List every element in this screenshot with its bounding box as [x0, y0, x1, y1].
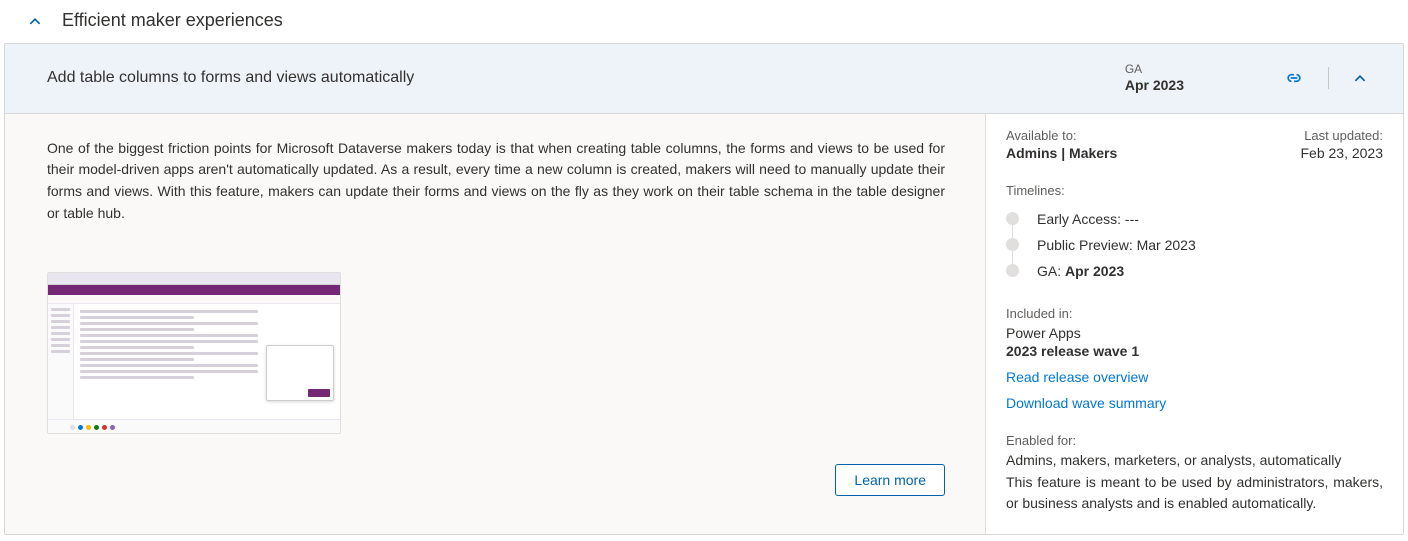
- chevron-up-icon[interactable]: [28, 14, 42, 28]
- timeline-item: Early Access: ---: [1006, 206, 1383, 232]
- timeline-item-label: GA:: [1037, 263, 1065, 279]
- feature-main: One of the biggest friction points for M…: [5, 114, 985, 534]
- timeline-item-value: Mar 2023: [1137, 237, 1196, 253]
- link-icon[interactable]: [1280, 66, 1308, 90]
- timeline-item-label: Public Preview:: [1037, 237, 1137, 253]
- feature-screenshot-thumbnail[interactable]: [47, 272, 341, 434]
- feature-header: Add table columns to forms and views aut…: [5, 44, 1403, 114]
- feature-side-panel: Available to: Admins | Makers Last updat…: [985, 114, 1403, 534]
- included-wave: 2023 release wave 1: [1006, 343, 1383, 359]
- timeline-list: Early Access: --- Public Preview: Mar 20…: [1006, 206, 1383, 284]
- included-in-label: Included in:: [1006, 306, 1383, 321]
- timeline-item-value: ---: [1125, 211, 1139, 227]
- ga-date: Apr 2023: [1125, 76, 1184, 94]
- last-updated-value: Feb 23, 2023: [1300, 145, 1383, 161]
- timelines-label: Timelines:: [1006, 183, 1383, 198]
- download-wave-summary-link[interactable]: Download wave summary: [1006, 395, 1383, 411]
- timeline-item-value: Apr 2023: [1065, 263, 1124, 279]
- feature-card: Add table columns to forms and views aut…: [4, 43, 1404, 535]
- ga-label: GA: [1125, 62, 1184, 76]
- timeline-dot-icon: [1006, 264, 1019, 277]
- timeline-dot-icon: [1006, 212, 1019, 225]
- timeline-item: Public Preview: Mar 2023: [1006, 232, 1383, 258]
- divider: [1328, 67, 1329, 89]
- section-header: Efficient maker experiences: [4, 0, 1404, 43]
- learn-more-button[interactable]: Learn more: [835, 464, 945, 496]
- available-to-value: Admins | Makers: [1006, 145, 1117, 161]
- enabled-for-description: This feature is meant to be used by admi…: [1006, 472, 1383, 514]
- timeline-item-label: Early Access:: [1037, 211, 1125, 227]
- section-title: Efficient maker experiences: [62, 10, 283, 31]
- enabled-for-label: Enabled for:: [1006, 433, 1383, 448]
- collapse-chevron-icon[interactable]: [1349, 67, 1379, 89]
- feature-header-actions: GA Apr 2023: [1125, 62, 1379, 95]
- feature-body: One of the biggest friction points for M…: [5, 114, 1403, 534]
- read-release-overview-link[interactable]: Read release overview: [1006, 369, 1383, 385]
- feature-description: One of the biggest friction points for M…: [47, 138, 945, 225]
- available-to-label: Available to:: [1006, 128, 1117, 143]
- enabled-for-who: Admins, makers, marketers, or analysts, …: [1006, 452, 1383, 468]
- included-product: Power Apps: [1006, 325, 1383, 341]
- timeline-dot-icon: [1006, 238, 1019, 251]
- last-updated-label: Last updated:: [1300, 128, 1383, 143]
- feature-title: Add table columns to forms and views aut…: [47, 69, 414, 87]
- ga-info: GA Apr 2023: [1125, 62, 1260, 95]
- timeline-item: GA: Apr 2023: [1006, 258, 1383, 284]
